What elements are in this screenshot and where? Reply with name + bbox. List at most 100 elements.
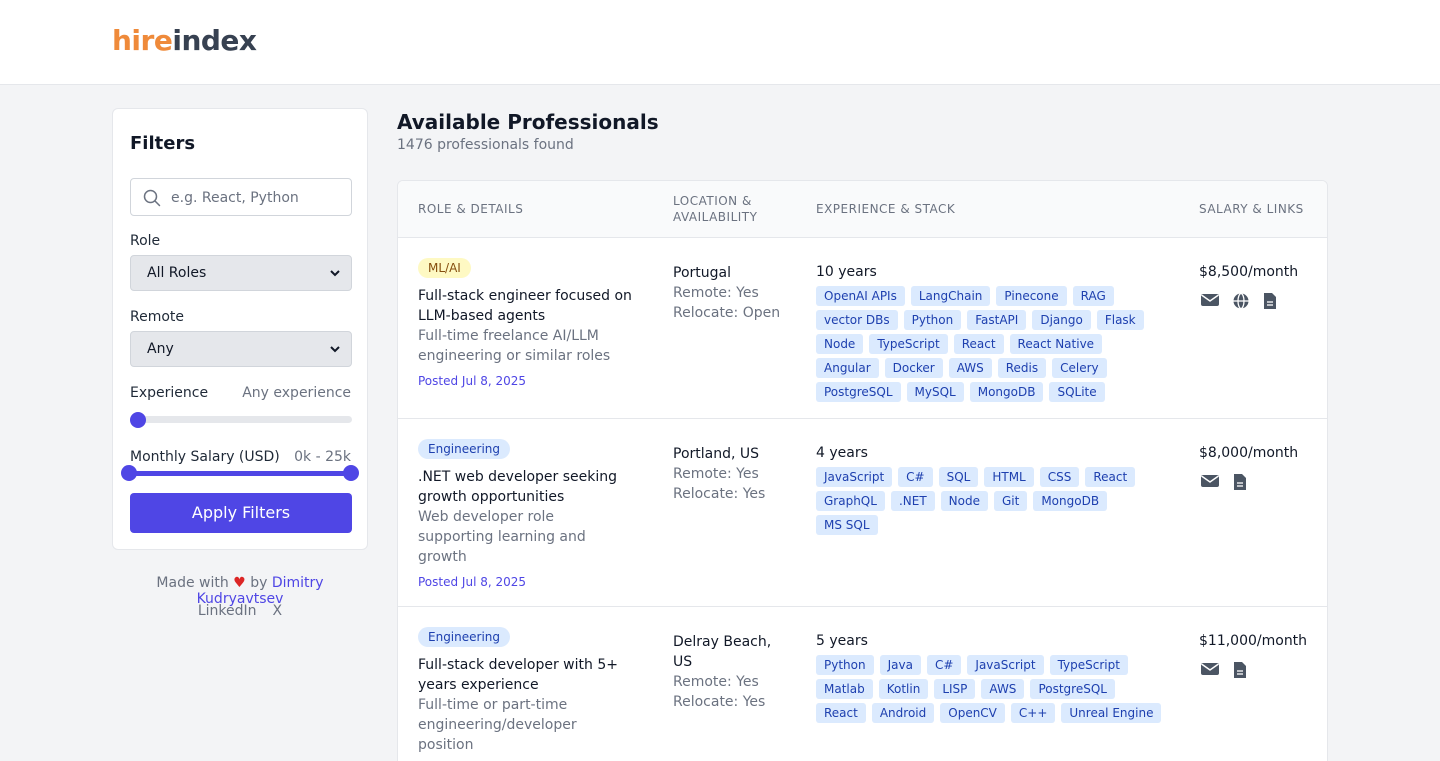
role-title: .NET web developer seeking growth opport… (418, 469, 618, 505)
role-subtitle: Web developer role supporting learning a… (418, 509, 586, 565)
tech-tag: Docker (884, 358, 943, 378)
tech-tag: Java (879, 655, 921, 675)
tech-tag: SQL (938, 467, 979, 487)
experience-years: 4 years (816, 445, 868, 461)
results-count: 1476 professionals found (397, 137, 574, 153)
tech-tag: React Native (1009, 334, 1103, 354)
salary-label: Monthly Salary (USD) (130, 449, 280, 465)
tech-tag: C++ (1010, 703, 1056, 723)
salary-amount: $8,000/month (1199, 445, 1299, 461)
experience-value: Any experience (242, 385, 351, 401)
remote-text: Remote: Yes (673, 285, 759, 301)
experience-slider-track[interactable] (130, 416, 352, 423)
salary-max-thumb[interactable] (343, 465, 359, 481)
header-salary: SALARY & LINKS (1199, 202, 1304, 216)
salary-range-track[interactable] (130, 471, 352, 476)
location-text: Delray Beach, US (673, 634, 772, 670)
brand-logo[interactable]: hireindex (112, 24, 257, 57)
tech-tag: Python (903, 310, 962, 330)
tech-tag: OpenCV (940, 703, 1005, 723)
relocate-text: Relocate: Yes (673, 486, 766, 502)
x-link[interactable]: X (273, 603, 283, 619)
tech-tag: SQLite (1049, 382, 1105, 402)
tech-tag: MS SQL (816, 515, 878, 535)
heart-icon: ♥ (233, 575, 246, 591)
salary-min-thumb[interactable] (121, 465, 137, 481)
tech-tag: Celery (1052, 358, 1107, 378)
tech-tag: Unreal Engine (1061, 703, 1162, 723)
chevron-down-icon (330, 270, 340, 277)
tech-tag: LangChain (910, 286, 991, 306)
role-title: Full-stack engineer focused on LLM-based… (418, 288, 632, 324)
links-group (1200, 292, 1278, 310)
tech-tag: PostgreSQL (816, 382, 901, 402)
tech-tag: Kotlin (878, 679, 929, 699)
posted-date: Posted Jul 8, 2025 (418, 374, 527, 388)
tech-tag: AWS (981, 679, 1025, 699)
linkedin-link[interactable]: LinkedIn (198, 603, 257, 619)
table-row[interactable]: Engineering Full-stack developer with 5+… (398, 607, 1327, 761)
experience-years: 10 years (816, 264, 877, 280)
tech-tag: RAG (1072, 286, 1114, 306)
tech-tag: Flask (1096, 310, 1144, 330)
by-text: by (250, 575, 268, 591)
filters-heading: Filters (130, 133, 196, 154)
links-group (1200, 473, 1248, 491)
remote-text: Remote: Yes (673, 674, 759, 690)
mail-icon[interactable] (1200, 661, 1220, 677)
mail-icon[interactable] (1200, 292, 1220, 308)
document-icon[interactable] (1232, 661, 1248, 679)
made-with-text: Made with (156, 575, 229, 591)
tech-tag: TypeScript (1049, 655, 1128, 675)
salary-value: 0k - 25k (294, 449, 351, 465)
category-badge: ML/AI (418, 258, 471, 278)
tech-tag: vector DBs (816, 310, 898, 330)
tech-tag: C# (898, 467, 933, 487)
tech-tag: Android (871, 703, 935, 723)
tech-tag: CSS (1039, 467, 1080, 487)
tech-tag: HTML (984, 467, 1034, 487)
table-row[interactable]: Engineering .NET web developer seeking g… (398, 419, 1327, 607)
header-location: LOCATION & AVAILABILITY (673, 194, 758, 224)
tech-tag: JavaScript (967, 655, 1044, 675)
role-select[interactable]: All Roles (130, 255, 352, 291)
tech-tag: React (816, 703, 866, 723)
role-select-value: All Roles (147, 265, 207, 281)
tech-tag: MongoDB (969, 382, 1044, 402)
table-row[interactable]: ML/AI Full-stack engineer focused on LLM… (398, 238, 1327, 419)
salary-amount: $8,500/month (1199, 264, 1299, 280)
header-experience: EXPERIENCE & STACK (816, 202, 956, 216)
search-field[interactable] (130, 178, 352, 216)
tech-tag: OpenAI APIs (816, 286, 905, 306)
tech-tag: React (953, 334, 1004, 354)
apply-filters-button[interactable]: Apply Filters (130, 493, 352, 533)
remote-select[interactable]: Any (130, 331, 352, 367)
mail-icon[interactable] (1200, 473, 1220, 489)
experience-slider-thumb[interactable] (130, 412, 146, 428)
location-cell: Portugal Remote: Yes Relocate: Open (673, 263, 788, 323)
role-subtitle: Full-time or part-time engineering/devel… (418, 697, 577, 753)
tech-stack: Python Java C# JavaScript TypeScript Matlab Ko… (816, 655, 1166, 723)
tech-tag: React (1085, 467, 1136, 487)
search-input[interactable] (171, 187, 341, 209)
globe-icon[interactable] (1232, 292, 1250, 310)
tech-tag: Node (816, 334, 864, 354)
tech-tag: LISP (934, 679, 976, 699)
tech-tag: Matlab (816, 679, 873, 699)
document-icon[interactable] (1262, 292, 1278, 310)
tech-tag: GraphQL (816, 491, 885, 511)
tech-tag: MongoDB (1033, 491, 1108, 511)
table-header: ROLE & DETAILS LOCATION & AVAILABILITY E… (398, 181, 1327, 238)
tech-tag: Angular (816, 358, 879, 378)
tech-tag: TypeScript (869, 334, 948, 354)
tech-tag: FastAPI (967, 310, 1027, 330)
tech-tag: JavaScript (816, 467, 893, 487)
document-icon[interactable] (1232, 473, 1248, 491)
tech-stack: JavaScript C# SQL HTML CSS React GraphQL .NET No… (816, 467, 1166, 535)
top-bar: hireindex (0, 0, 1440, 85)
remote-select-value: Any (147, 341, 174, 357)
relocate-text: Relocate: Open (673, 305, 781, 321)
tech-stack: OpenAI APIs LangChain Pinecone RAG vector DB… (816, 286, 1166, 402)
filters-panel: Filters Role All Roles Remote Any Experi… (112, 108, 368, 550)
page-title: Available Professionals (397, 110, 659, 134)
